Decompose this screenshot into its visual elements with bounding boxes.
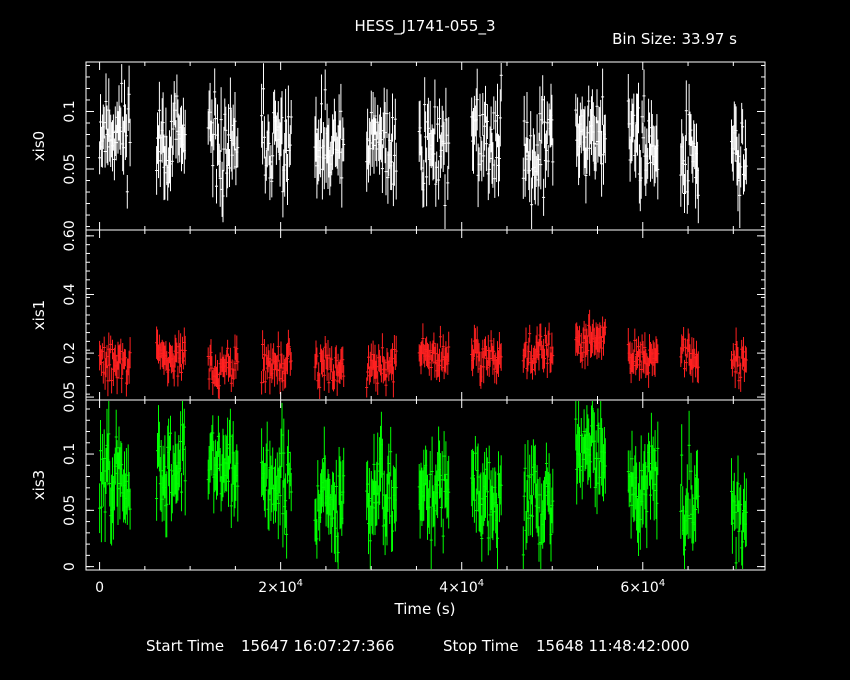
xis0-y-tick-label: 0.05 bbox=[62, 153, 78, 184]
xis0-y-axis-label: xis0 bbox=[30, 131, 48, 161]
xis1-data-points bbox=[98, 309, 748, 399]
x-tick-label: 2×104 bbox=[258, 578, 303, 596]
xis3-y-axis-label: xis3 bbox=[30, 470, 48, 500]
xis1-y-axis-label: xis1 bbox=[30, 300, 48, 330]
xis1-y-tick-label: 0.2 bbox=[62, 342, 78, 364]
stop-time-value: 15648 11:48:42:000 bbox=[536, 637, 690, 655]
panels-group: 0.05 0.1 xis0 0.05 0.2 0.4 0.60 xis1 0 0.05 0.1 xis… bbox=[30, 61, 766, 596]
panel-xis3: 0 0.05 0.1 xis3 bbox=[30, 399, 766, 571]
chart-title: HESS_J1741-055_3 bbox=[355, 17, 496, 36]
lightcurve-svg: HESS_J1741-055_3 Bin Size: 33.97 s 0.050… bbox=[30, 17, 766, 655]
panel-xis0: 0.05 0.1 xis0 bbox=[30, 61, 766, 231]
x-tick-label: 4×104 bbox=[439, 578, 484, 596]
x-axis-label: Time (s) bbox=[394, 600, 456, 618]
xis0-data-points bbox=[98, 63, 748, 229]
xis3-data-points bbox=[98, 401, 748, 569]
xis0-y-tick-label: 0.1 bbox=[62, 100, 78, 122]
xis3-y-tick-label: 0 bbox=[62, 562, 78, 571]
xis3-y-tick-label: 0.1 bbox=[62, 443, 78, 465]
xis1-y-tick-label: 0.05 bbox=[62, 381, 78, 412]
xis3-y-tick-label: 0.05 bbox=[62, 495, 78, 526]
lightcurve-figure: HESS_J1741-055_3 Bin Size: 33.97 s 0.05 0… bbox=[0, 0, 850, 680]
panel-xis1: 0.05 0.2 0.4 0.60 xis1 bbox=[30, 220, 766, 413]
xis1-y-tick-label: 0.4 bbox=[62, 283, 78, 305]
xis1-y-tick-label: 0.60 bbox=[62, 220, 78, 251]
x-tick-label: 0 bbox=[95, 580, 104, 596]
x-tick-label: 6×104 bbox=[620, 578, 665, 596]
xis1-frame bbox=[85, 229, 766, 401]
stop-time-label: Stop Time bbox=[443, 637, 519, 655]
start-time-value: 15647 16:07:27:366 bbox=[241, 637, 395, 655]
bin-size-label: Bin Size: 33.97 s bbox=[612, 30, 737, 48]
start-time-label: Start Time bbox=[146, 637, 224, 655]
